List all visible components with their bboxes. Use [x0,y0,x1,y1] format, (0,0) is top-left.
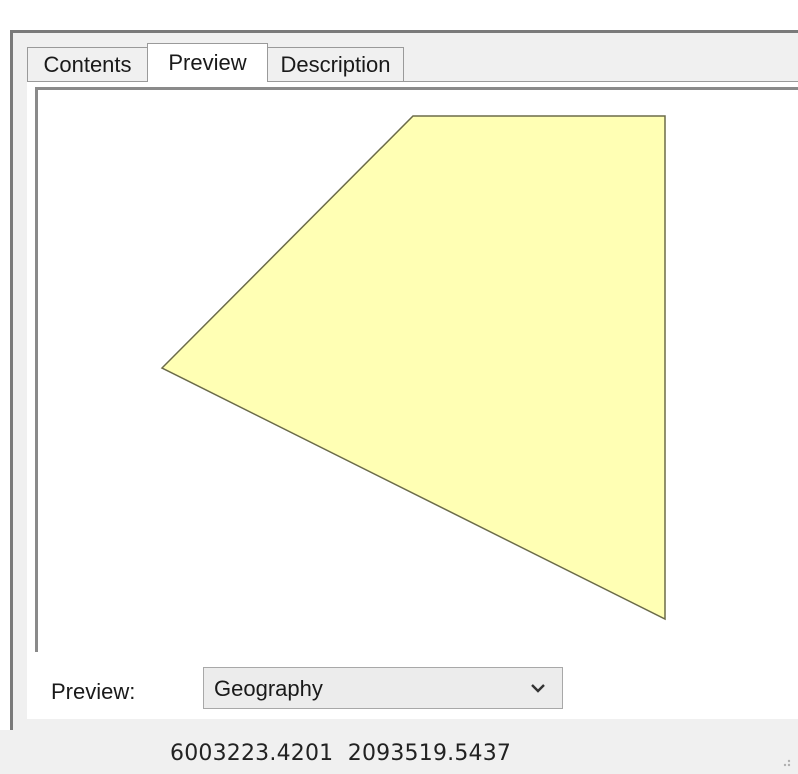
coordinate-readout: 6003223.4201 2093519.5437 [170,741,511,766]
catalog-window: Contents Preview Description Preview: Ge… [10,30,798,730]
resize-grip-icon[interactable] [778,754,792,768]
polygon-feature[interactable] [160,115,666,621]
preview-canvas[interactable] [35,87,798,652]
coordinate-x: 6003223.4201 [170,741,334,766]
preview-panel [27,81,798,659]
preview-type-value: Geography [214,676,323,701]
tab-preview-label: Preview [168,50,247,75]
tab-preview[interactable]: Preview [147,43,268,82]
tab-contents-label: Contents [43,51,132,77]
chevron-down-icon [531,684,545,693]
preview-svg [160,115,666,621]
tab-description-label: Description [280,51,391,77]
preview-type-label: Preview: [51,679,136,704]
coordinate-y: 2093519.5437 [347,741,512,766]
top-strip [0,0,798,30]
preview-type-dropdown[interactable]: Geography [203,667,563,709]
preview-controls: Preview: Geography [27,659,798,719]
tab-contents[interactable]: Contents [27,47,148,81]
tab-description[interactable]: Description [267,47,404,81]
status-bar: 6003223.4201 2093519.5437 [0,730,798,774]
